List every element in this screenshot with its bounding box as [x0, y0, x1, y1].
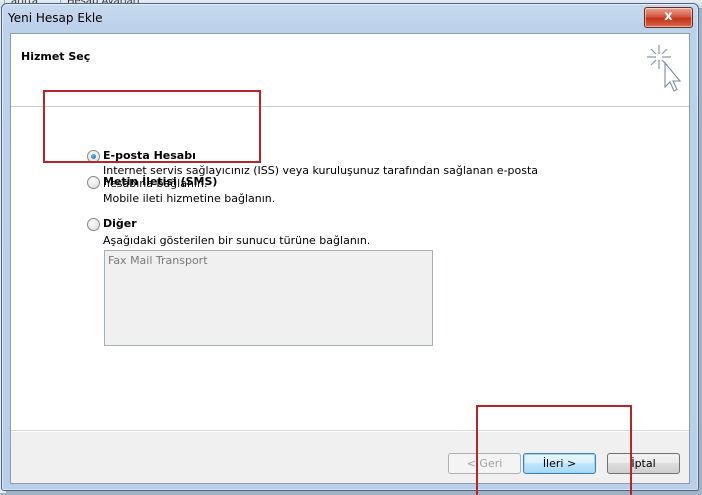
highlight-box-next-button: [476, 405, 632, 495]
option-label: Diğer: [103, 217, 137, 230]
page-title: Hizmet Seç: [21, 50, 91, 63]
option-description: Mobile ileti hizmetine bağlanın.: [103, 192, 276, 205]
cursor-sparkle-icon: [647, 45, 682, 92]
list-item[interactable]: Fax Mail Transport: [108, 254, 208, 267]
option-label: Metin İletisi (SMS): [103, 175, 218, 188]
close-icon: x: [664, 9, 673, 24]
title-bar[interactable]: Yeni Hesap Ekle x: [2, 4, 698, 32]
option-description: Aşağıdaki gösterilen bir sunucu türüne b…: [103, 234, 371, 247]
window-title: Yeni Hesap Ekle: [8, 11, 103, 25]
close-button[interactable]: x: [644, 7, 693, 28]
sms-radio[interactable]: [87, 176, 100, 189]
server-type-list[interactable]: Fax Mail Transport: [104, 250, 433, 346]
other-radio[interactable]: [87, 218, 100, 231]
highlight-box-email-option: [43, 90, 261, 163]
